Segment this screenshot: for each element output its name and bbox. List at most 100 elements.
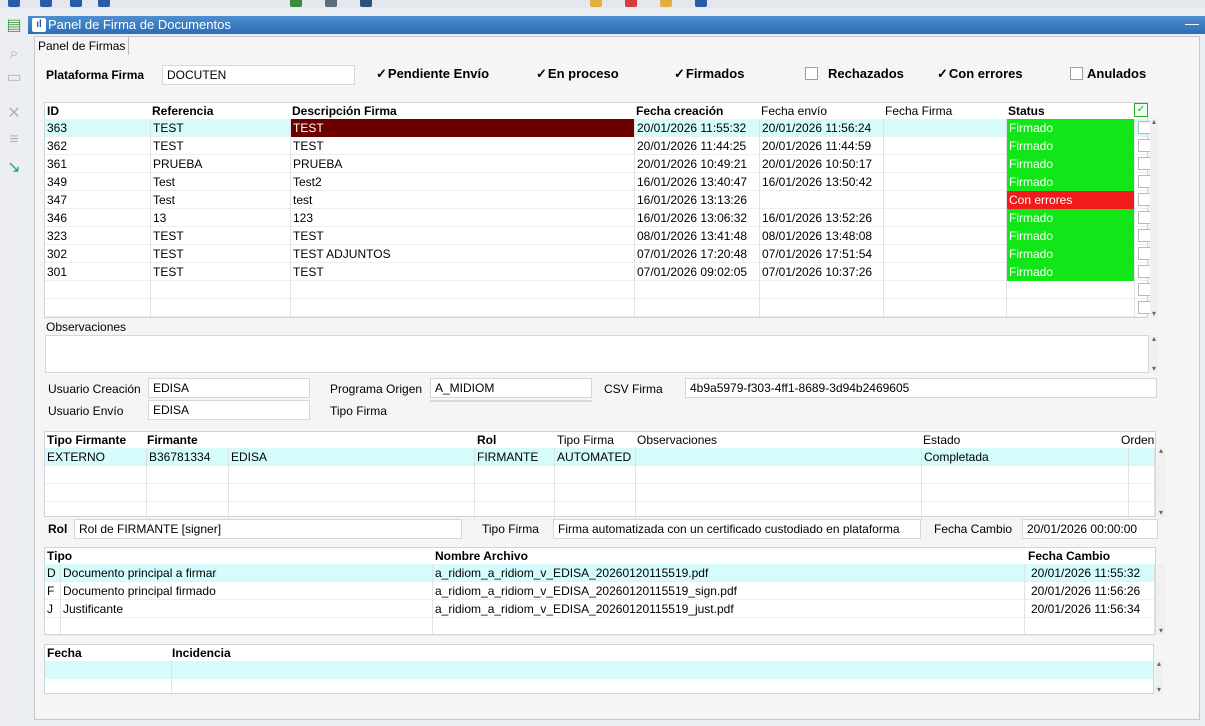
signer-cell[interactable] (475, 466, 555, 484)
table-cell[interactable]: TEST (151, 263, 291, 281)
table-cell[interactable]: TEST (151, 137, 291, 155)
filter-pendiente-env-o[interactable]: ✓Pendiente Envío (376, 65, 489, 83)
files-header-1[interactable]: Nombre Archivo (435, 548, 528, 564)
file-row[interactable]: J Justificante a_ridiom_a_ridiom_v_EDISA_2… (45, 600, 1155, 618)
file-name-cell[interactable]: a_ridiom_a_ridiom_v_EDISA_20260120115519… (433, 564, 1025, 582)
signer-cell[interactable] (922, 466, 1129, 484)
scroll-up-icon[interactable]: ▴ (1150, 118, 1158, 126)
file-cell[interactable]: Documento principal firmado (61, 582, 433, 600)
table-cell[interactable]: TEST (291, 119, 635, 137)
table-cell[interactable]: 07/01/2026 17:20:48 (635, 245, 760, 263)
table-cell[interactable]: 07/01/2026 17:51:54 (760, 245, 884, 263)
signer-cell[interactable] (555, 502, 636, 520)
table-cell[interactable]: TEST (291, 227, 635, 245)
table-cell[interactable]: TEST (291, 137, 635, 155)
signer-cell[interactable] (229, 466, 475, 484)
checkbox-empty-icon[interactable] (805, 67, 818, 80)
table-cell[interactable]: 20/01/2026 11:55:32 (635, 119, 760, 137)
table-cell[interactable]: TEST (151, 245, 291, 263)
file-cell[interactable] (45, 618, 61, 636)
status-cell[interactable]: Firmado (1007, 245, 1135, 263)
table-cell[interactable] (884, 119, 1007, 137)
first-record-icon[interactable] (8, 0, 20, 7)
status-cell[interactable]: Firmado (1007, 227, 1135, 245)
filter-firmados[interactable]: ✓Firmados (674, 65, 744, 83)
signer-row[interactable] (45, 466, 1155, 484)
signers-header-3[interactable]: Tipo Firma (557, 432, 614, 448)
folder-icon[interactable] (590, 0, 602, 7)
table-cell[interactable]: test (291, 191, 635, 209)
status-cell[interactable]: Firmado (1007, 155, 1135, 173)
signer-cell[interactable] (636, 466, 922, 484)
table-cell[interactable] (45, 281, 151, 299)
main-header-2[interactable]: Descripción Firma (292, 103, 397, 119)
table-row[interactable] (45, 281, 1151, 299)
table-cell[interactable]: 08/01/2026 13:48:08 (760, 227, 884, 245)
table-cell[interactable]: 13 (151, 209, 291, 227)
observaciones-textarea[interactable] (45, 335, 1149, 373)
file-cell[interactable]: 20/01/2026 11:55:32 (1025, 564, 1155, 582)
table-cell[interactable] (635, 299, 760, 317)
csv-field[interactable]: 4b9a5979-f303-4ff1-8689-3d94b2469605 (685, 378, 1157, 398)
table-cell[interactable]: 20/01/2026 11:56:24 (760, 119, 884, 137)
status-cell[interactable]: Firmado (1007, 209, 1135, 227)
incident-row[interactable] (45, 661, 1153, 679)
table-cell[interactable]: 16/01/2026 13:50:42 (760, 173, 884, 191)
signer-cell[interactable] (1129, 484, 1155, 502)
signers-header-1[interactable]: Firmante (147, 432, 198, 448)
duplicate-icon[interactable]: ▭ (6, 70, 22, 86)
table-cell[interactable]: 20/01/2026 11:44:25 (635, 137, 760, 155)
signer-cell[interactable] (1129, 466, 1155, 484)
table-cell[interactable]: 302 (45, 245, 151, 263)
table-cell[interactable]: PRUEBA (151, 155, 291, 173)
table-row[interactable]: 346 13 123 16/01/2026 13:06:32 16/01/2026 13… (45, 209, 1151, 227)
table-cell[interactable] (884, 245, 1007, 263)
table-cell[interactable] (760, 281, 884, 299)
files-header-0[interactable]: Tipo (47, 548, 72, 564)
signer-cell[interactable] (1129, 502, 1155, 520)
add-icon[interactable] (290, 0, 302, 7)
print-icon[interactable] (325, 0, 337, 7)
main-header-0[interactable]: ID (47, 103, 59, 119)
file-cell[interactable]: Justificante (61, 600, 433, 618)
main-header-3[interactable]: Fecha creación (636, 103, 723, 119)
main-header-1[interactable]: Referencia (152, 103, 213, 119)
file-cell[interactable] (1025, 618, 1155, 636)
table-row[interactable]: 323 TEST TEST 08/01/2026 13:41:48 08/01/2026… (45, 227, 1151, 245)
status-cell[interactable] (1007, 281, 1135, 299)
file-row[interactable] (45, 618, 1155, 636)
table-cell[interactable] (884, 155, 1007, 173)
list-icon[interactable]: ≡ (6, 132, 22, 148)
signers-scrollbar[interactable]: ▴ ▾ (1157, 447, 1165, 517)
close-icon[interactable]: ✕ (6, 106, 22, 122)
observaciones-scrollbar[interactable]: ▴ ▾ (1150, 335, 1158, 373)
sign-pen-icon[interactable]: ↘ (6, 160, 22, 176)
usuario-creacion-field[interactable]: EDISA (148, 378, 310, 398)
signer-cell[interactable] (45, 466, 147, 484)
signer-cell[interactable] (636, 448, 922, 466)
scroll-down-icon[interactable]: ▾ (1157, 627, 1165, 635)
table-row[interactable] (45, 299, 1151, 317)
table-cell[interactable]: TEST ADJUNTOS (291, 245, 635, 263)
scroll-up-icon[interactable]: ▴ (1150, 335, 1158, 343)
signer-cell[interactable] (922, 484, 1129, 502)
scroll-down-icon[interactable]: ▾ (1150, 365, 1158, 373)
fecha-cambio-field[interactable]: 20/01/2026 00:00:00 (1022, 519, 1158, 539)
table-cell[interactable]: 07/01/2026 09:02:05 (635, 263, 760, 281)
signers-header-4[interactable]: Observaciones (637, 432, 717, 448)
table-cell[interactable] (884, 173, 1007, 191)
table-cell[interactable]: TEST (291, 263, 635, 281)
status-cell[interactable]: Firmado (1007, 137, 1135, 155)
signer-cell[interactable] (147, 502, 229, 520)
table-cell[interactable] (291, 281, 635, 299)
file-cell[interactable] (61, 618, 433, 636)
signer-cell[interactable] (555, 484, 636, 502)
signer-cell[interactable] (229, 502, 475, 520)
table-cell[interactable]: 349 (45, 173, 151, 191)
signer-cell[interactable] (475, 502, 555, 520)
rol-field[interactable]: Rol de FIRMANTE [signer] (74, 519, 462, 539)
filter-en-proceso[interactable]: ✓En proceso (536, 65, 619, 83)
save-icon[interactable] (360, 0, 372, 7)
scroll-down-icon[interactable]: ▾ (1150, 310, 1158, 318)
table-row[interactable]: 361 PRUEBA PRUEBA 20/01/2026 10:49:21 20/01/… (45, 155, 1151, 173)
